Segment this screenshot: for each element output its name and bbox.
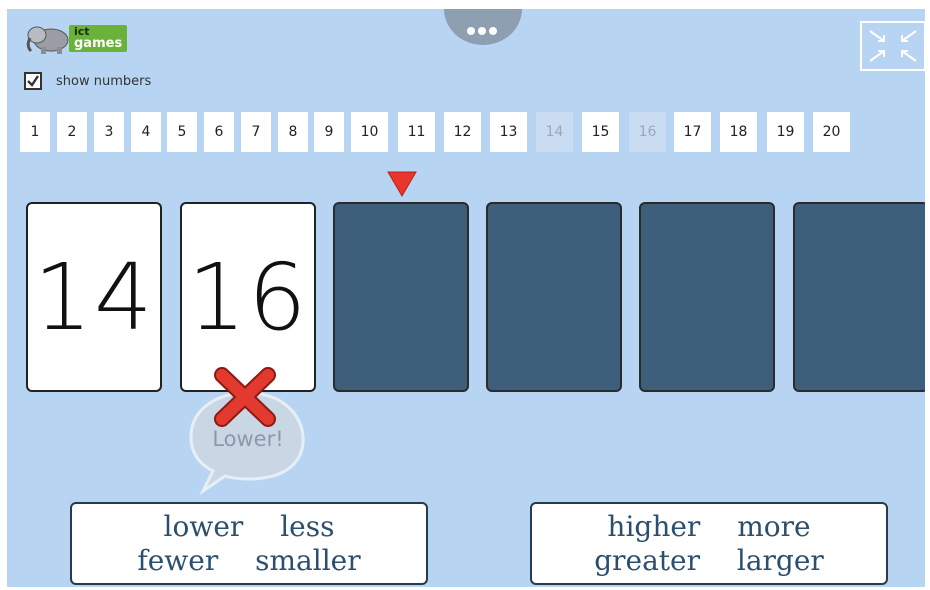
card-hidden[interactable] (639, 202, 775, 392)
game-area: ict games show numbers 1 2 3 4 5 6 7 8 9 10 11 12 13… (7, 9, 925, 587)
word-lower: lower (163, 510, 244, 543)
card-hidden[interactable] (333, 202, 469, 392)
number-tile-3[interactable]: 3 (94, 112, 124, 152)
lower-answer-button[interactable]: lower less fewer smaller (70, 502, 428, 585)
number-tile-10[interactable]: 10 (351, 112, 388, 152)
number-tile-14[interactable]: 14 (536, 112, 573, 152)
number-tile-5[interactable]: 5 (167, 112, 197, 152)
number-tile-4[interactable]: 4 (131, 112, 161, 152)
word-greater: greater (594, 544, 700, 577)
more-dots-icon (467, 20, 500, 39)
number-tile-15[interactable]: 15 (582, 112, 619, 152)
card-hidden[interactable] (486, 202, 622, 392)
number-tile-7[interactable]: 7 (241, 112, 271, 152)
elephant-logo-icon (26, 26, 69, 54)
cross-icon (214, 367, 276, 427)
word-less: less (280, 510, 335, 543)
word-fewer: fewer (137, 544, 219, 577)
show-numbers-label: show numbers (56, 73, 152, 89)
number-tile-13[interactable]: 13 (490, 112, 527, 152)
number-tile-8[interactable]: 8 (278, 112, 308, 152)
word-larger: larger (736, 544, 824, 577)
feedback-text: Lower! (212, 427, 284, 451)
card-hidden[interactable] (793, 202, 925, 392)
higher-answer-button[interactable]: higher more greater larger (530, 502, 888, 585)
number-tile-18[interactable]: 18 (720, 112, 757, 152)
word-smaller: smaller (255, 544, 361, 577)
checkmark-icon (27, 75, 39, 87)
number-tile-20[interactable]: 20 (813, 112, 850, 152)
triangle-down-icon (387, 171, 417, 197)
card-revealed: 16 (180, 202, 316, 392)
card-value: 16 (187, 243, 309, 351)
word-higher: higher (607, 510, 701, 543)
logo-wordmark: ict games (69, 25, 128, 52)
number-tile-19[interactable]: 19 (767, 112, 804, 152)
card-value: 14 (33, 243, 155, 351)
word-more: more (737, 510, 811, 543)
number-tile-17[interactable]: 17 (674, 112, 711, 152)
card-revealed: 14 (26, 202, 162, 392)
menu-button[interactable] (444, 9, 522, 45)
number-tile-6[interactable]: 6 (204, 112, 234, 152)
checkbox[interactable] (24, 72, 42, 90)
collapse-icon (869, 30, 917, 62)
number-tile-9[interactable]: 9 (314, 112, 344, 152)
exit-fullscreen-button[interactable] (860, 21, 925, 71)
logo: ict games (25, 21, 128, 55)
number-tile-1[interactable]: 1 (20, 112, 50, 152)
number-tile-16[interactable]: 16 (629, 112, 666, 152)
number-tile-2[interactable]: 2 (57, 112, 87, 152)
show-numbers-checkbox[interactable]: show numbers (24, 72, 151, 90)
number-tile-11[interactable]: 11 (398, 112, 435, 152)
number-tile-12[interactable]: 12 (444, 112, 481, 152)
